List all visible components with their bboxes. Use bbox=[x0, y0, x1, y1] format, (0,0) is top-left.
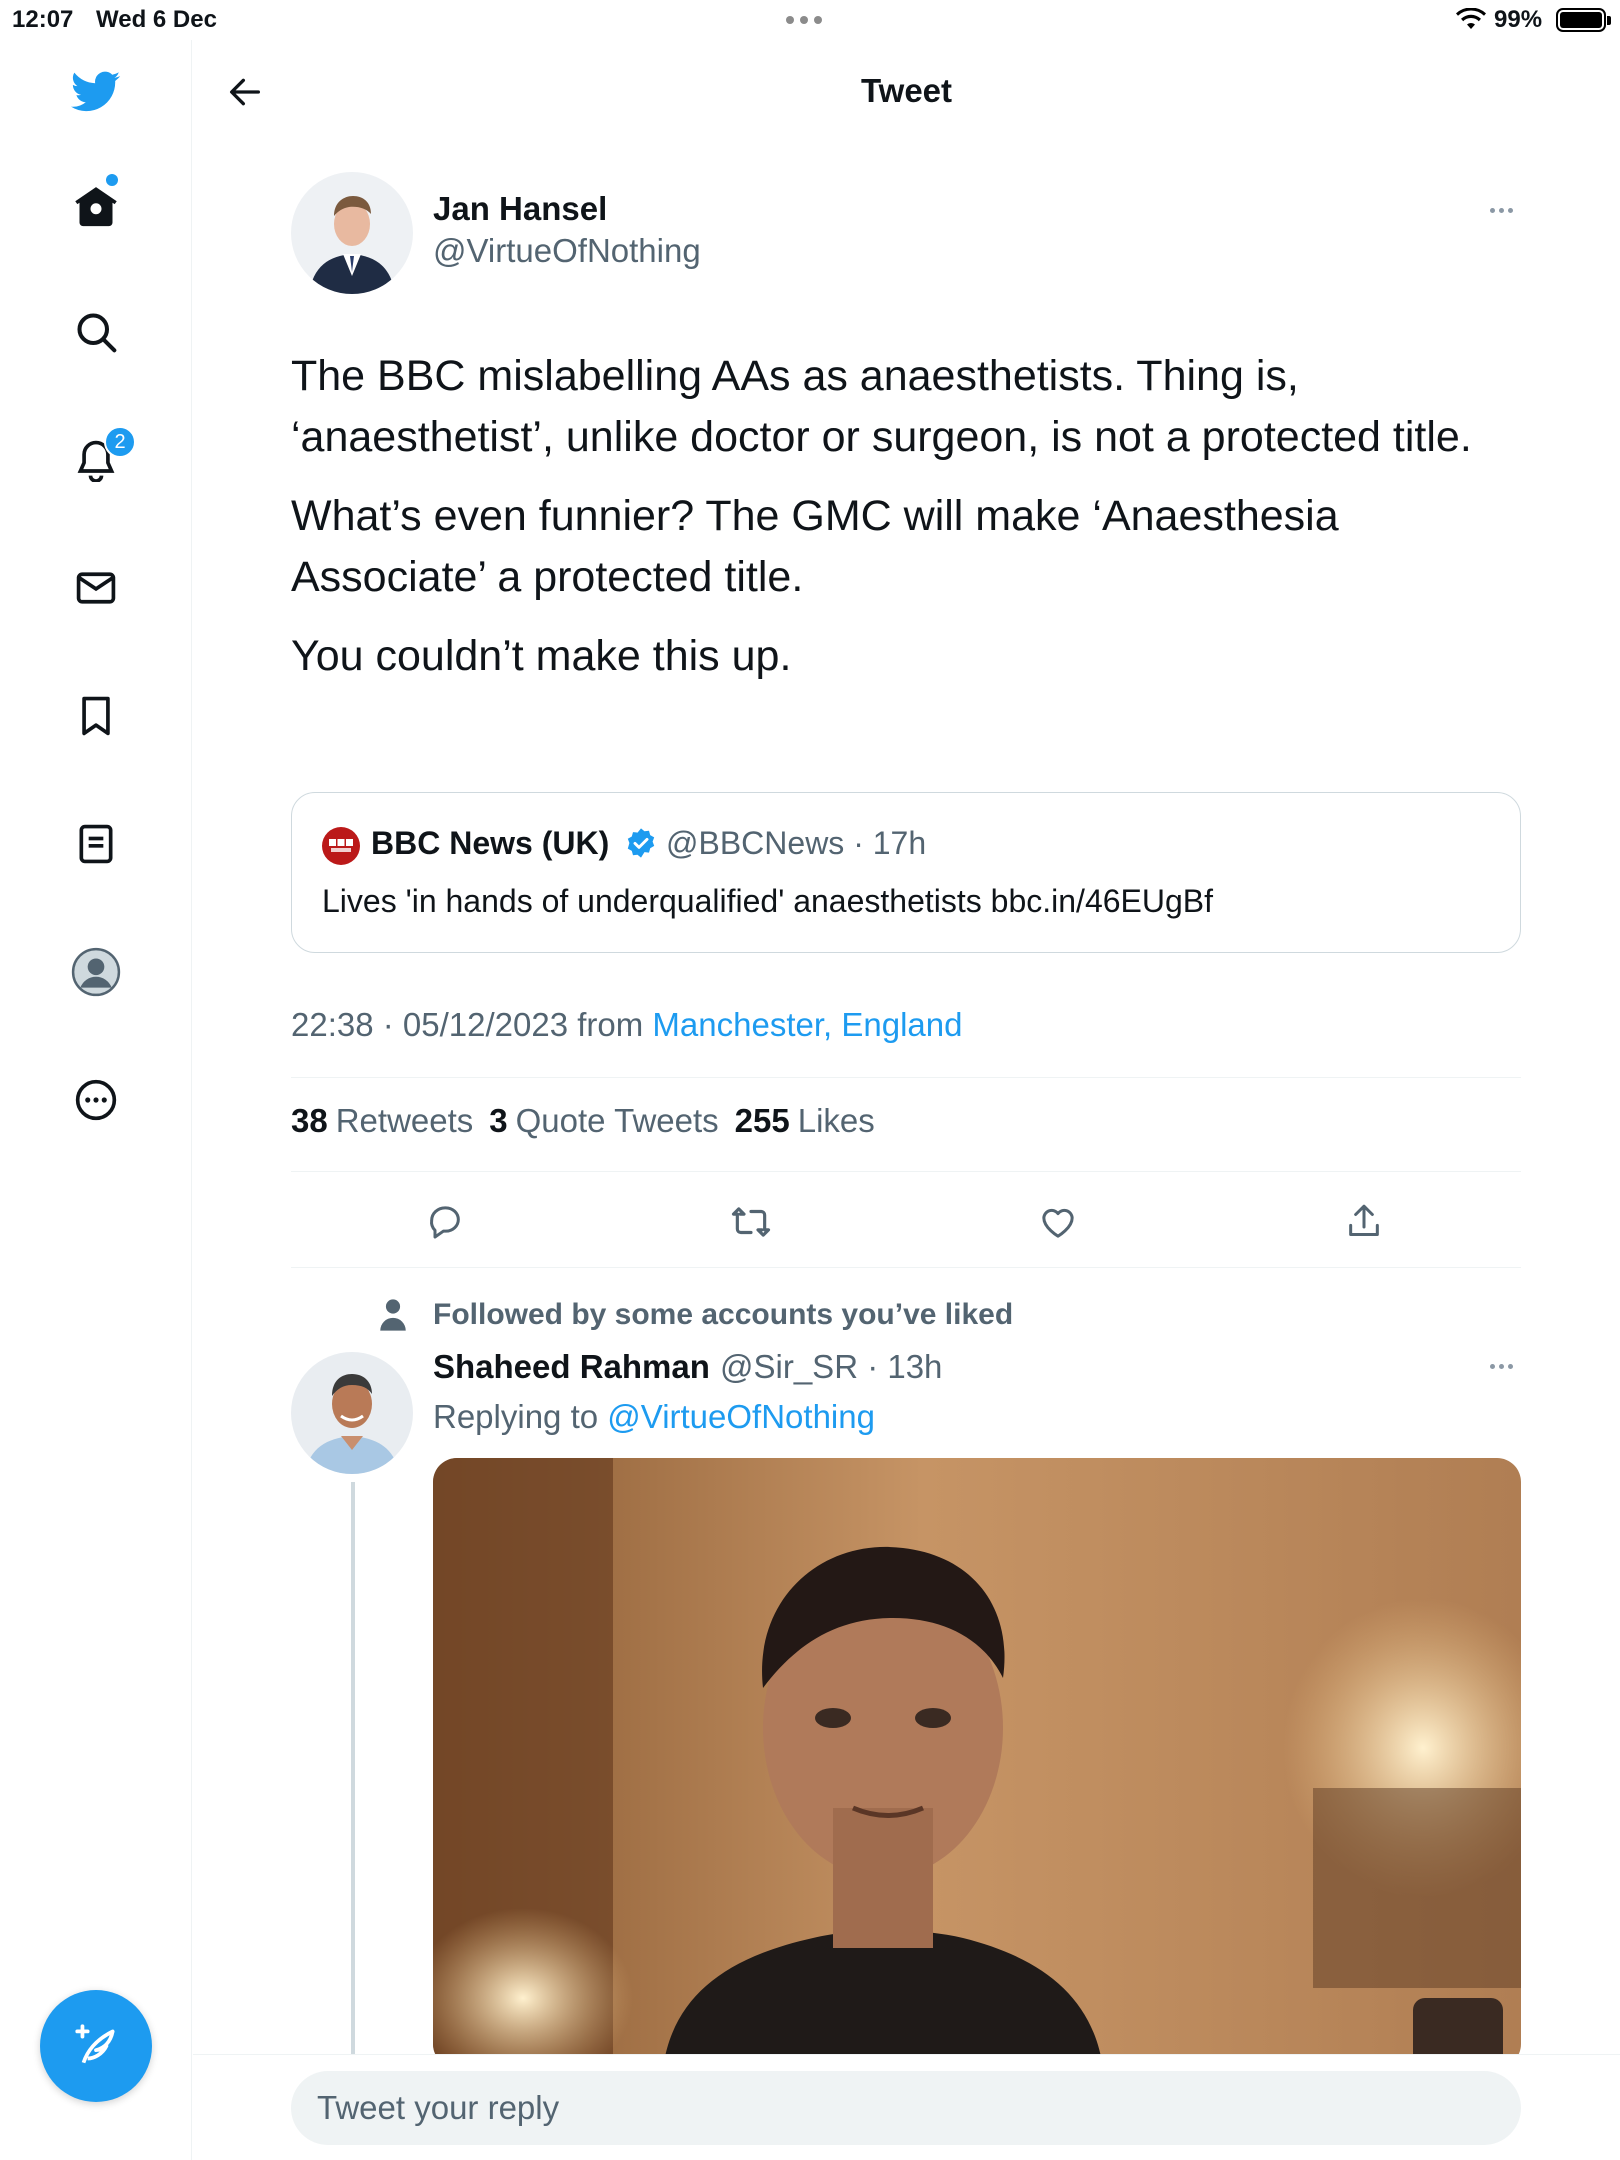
reply-input[interactable] bbox=[291, 2071, 1521, 2145]
profile-avatar-icon[interactable] bbox=[68, 944, 124, 1000]
multitasking-dots-icon[interactable] bbox=[786, 16, 822, 24]
status-bar: 12:07 Wed 6 Dec 99% bbox=[0, 0, 1620, 40]
reply-author-name[interactable]: Shaheed Rahman bbox=[433, 1348, 710, 1386]
quotes-stat[interactable]: 3 Quote Tweets bbox=[489, 1102, 718, 1140]
reply-author-avatar[interactable] bbox=[291, 1352, 413, 1474]
divider bbox=[291, 1171, 1521, 1172]
tweet-text: The BBC mislabelling AAs as anaesthetist… bbox=[291, 346, 1521, 705]
home-unread-dot bbox=[106, 174, 118, 186]
more-circle-icon[interactable] bbox=[68, 1072, 124, 1128]
status-time: 12:07 bbox=[12, 6, 74, 33]
quoted-tweet-card[interactable]: BBC News (UK) @BBCNews · 17h Lives 'in h… bbox=[291, 792, 1521, 953]
tweet-action-bar bbox=[291, 1190, 1521, 1254]
sidebar: 2 bbox=[0, 40, 192, 2160]
from-label: from bbox=[577, 1006, 644, 1043]
divider bbox=[291, 1267, 1521, 1268]
tweet-timestamp: 22:38 · 05/12/2023 bbox=[291, 1006, 569, 1043]
retweets-stat[interactable]: 38 Retweets bbox=[291, 1102, 473, 1140]
status-date: Wed 6 Dec bbox=[96, 6, 217, 33]
battery-percentage: 99% bbox=[1494, 6, 1543, 33]
compose-tweet-button[interactable] bbox=[40, 1990, 152, 2102]
tweet-location-link[interactable]: Manchester, England bbox=[652, 1006, 962, 1043]
reply-more-options-icon[interactable] bbox=[1490, 1364, 1513, 1369]
wifi-icon bbox=[1456, 7, 1486, 39]
author-avatar[interactable] bbox=[291, 172, 413, 294]
reply-media-gif[interactable] bbox=[433, 1458, 1521, 2068]
tweet-paragraph: You couldn’t make this up. bbox=[291, 632, 792, 680]
quotes-label: Quote Tweets bbox=[515, 1102, 719, 1139]
reply-author-handle-time[interactable]: @Sir_SR · 13h bbox=[720, 1348, 942, 1386]
thread-line bbox=[351, 1482, 355, 2062]
social-context: Followed by some accounts you’ve liked bbox=[433, 1298, 1014, 1331]
mail-icon[interactable] bbox=[68, 560, 124, 616]
page-header: Tweet bbox=[193, 40, 1620, 144]
tweet-paragraph: The BBC mislabelling AAs as anaesthetist… bbox=[291, 352, 1472, 461]
reply-icon[interactable] bbox=[413, 1190, 477, 1254]
divider bbox=[291, 1077, 1521, 1078]
reply-composer-bar bbox=[193, 2054, 1620, 2160]
tweet-more-options-icon[interactable] bbox=[1490, 208, 1513, 213]
share-icon[interactable] bbox=[1332, 1190, 1396, 1254]
likes-label: Likes bbox=[797, 1102, 875, 1139]
author-name[interactable]: Jan Hansel bbox=[433, 190, 607, 228]
tweet-stats: 38 Retweets 3 Quote Tweets 255 Likes bbox=[291, 1102, 875, 1140]
tweet-metadata: 22:38 · 05/12/2023 from Manchester, Engl… bbox=[291, 1006, 962, 1044]
search-icon[interactable] bbox=[68, 304, 124, 360]
verified-badge-icon bbox=[625, 827, 657, 864]
notification-badge: 2 bbox=[104, 426, 136, 458]
bbc-news-avatar bbox=[322, 827, 360, 865]
compose-feather-icon bbox=[75, 2024, 115, 2064]
likes-stat[interactable]: 255 Likes bbox=[735, 1102, 875, 1140]
tweet-paragraph: What’s even funnier? The GMC will make ‘… bbox=[291, 492, 1339, 601]
quoted-tweet-text: Lives 'in hands of underqualified' anaes… bbox=[322, 883, 1214, 919]
twitter-logo-icon[interactable] bbox=[68, 64, 124, 120]
lists-icon[interactable] bbox=[68, 816, 124, 872]
like-heart-icon[interactable] bbox=[1026, 1190, 1090, 1254]
retweet-icon[interactable] bbox=[719, 1190, 783, 1254]
likes-count: 255 bbox=[734, 1102, 790, 1139]
home-icon[interactable] bbox=[68, 178, 124, 234]
quoted-author-name: BBC News (UK) bbox=[371, 825, 610, 861]
replying-to-line: Replying to @VirtueOfNothing bbox=[433, 1398, 875, 1436]
retweets-label: Retweets bbox=[335, 1102, 474, 1139]
quotes-count: 3 bbox=[489, 1102, 508, 1139]
retweets-count: 38 bbox=[291, 1102, 328, 1139]
replying-to-handle-link[interactable]: @VirtueOfNothing bbox=[607, 1398, 875, 1435]
battery-icon bbox=[1556, 8, 1611, 32]
person-icon bbox=[378, 1298, 408, 1337]
page-title: Tweet bbox=[860, 72, 953, 109]
author-handle[interactable]: @VirtueOfNothing bbox=[433, 232, 701, 270]
replying-label: Replying to bbox=[433, 1398, 599, 1435]
bookmark-icon[interactable] bbox=[68, 688, 124, 744]
quoted-handle-time: @BBCNews · 17h bbox=[666, 825, 927, 861]
